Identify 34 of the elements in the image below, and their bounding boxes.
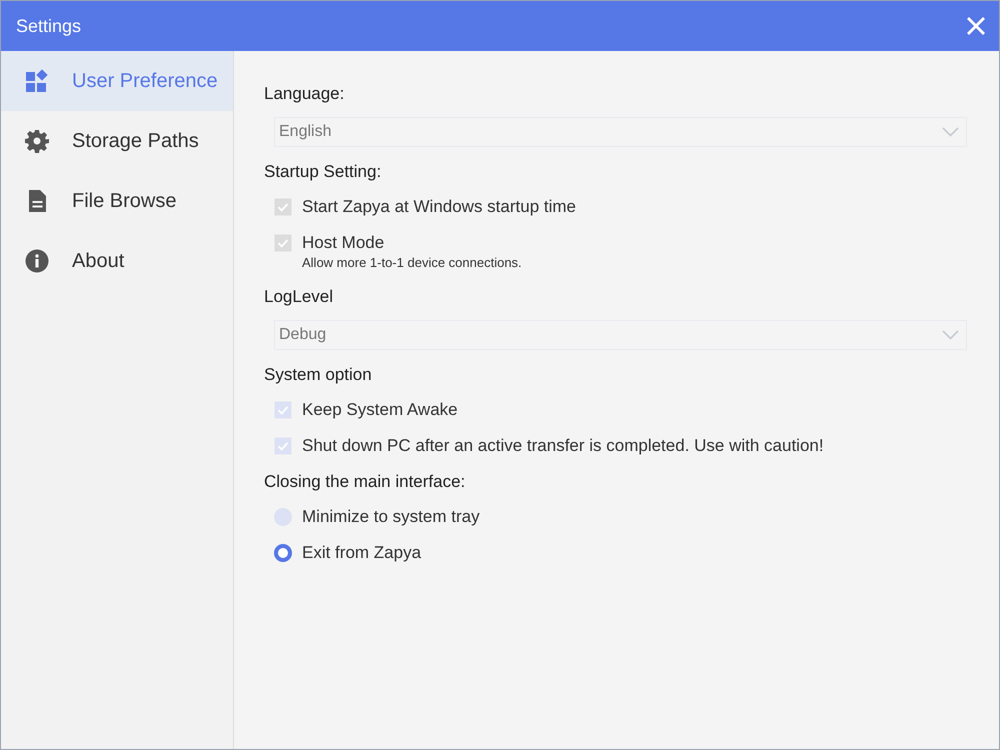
checkbox-label: Host Mode	[302, 232, 384, 254]
checkbox[interactable]	[274, 401, 292, 419]
info-icon	[25, 249, 49, 273]
chevron-down-icon	[942, 127, 959, 137]
radio-label: Exit from Zapya	[302, 542, 422, 564]
checkbox-label: Shut down PC after an active transfer is completed. Use with caution!	[302, 435, 824, 457]
sidebar-item[interactable]: File Browse	[1, 171, 233, 231]
dropdown-value: Debug	[279, 326, 326, 344]
window-title: Settings	[16, 16, 82, 36]
sidebar-item-label: About	[72, 250, 124, 272]
sidebar-item-label: File Browse	[72, 190, 176, 212]
widgets-icon	[25, 69, 49, 93]
sidebar-item-label: User Preference	[72, 70, 218, 92]
chevron-down-icon	[942, 330, 959, 340]
radio-label: Minimize to system tray	[302, 506, 480, 528]
section-label: Closing the main interface:	[264, 471, 466, 493]
gear-icon	[25, 129, 49, 153]
dropdown-field[interactable]: English	[274, 117, 967, 147]
checkbox[interactable]	[274, 437, 292, 455]
close-button[interactable]	[967, 17, 985, 35]
section-label: Language:	[264, 83, 344, 105]
checkbox-label: Start Zapya at Windows startup time	[302, 196, 576, 218]
checkbox-label: Keep System Awake	[302, 399, 458, 421]
sidebar-item-label: Storage Paths	[72, 130, 199, 152]
dropdown-value: English	[279, 123, 332, 141]
option-note: Allow more 1-to-1 device connections.	[302, 254, 522, 272]
section-label: LogLevel	[264, 286, 334, 308]
radio-button[interactable]	[274, 544, 292, 562]
close-icon	[967, 17, 985, 35]
section-label: Startup Setting:	[264, 161, 382, 183]
sidebar-item[interactable]: About	[1, 231, 233, 291]
sidebar-item[interactable]: Storage Paths	[1, 111, 233, 171]
dropdown-field[interactable]: Debug	[274, 320, 967, 350]
section-label: System option	[264, 364, 372, 386]
